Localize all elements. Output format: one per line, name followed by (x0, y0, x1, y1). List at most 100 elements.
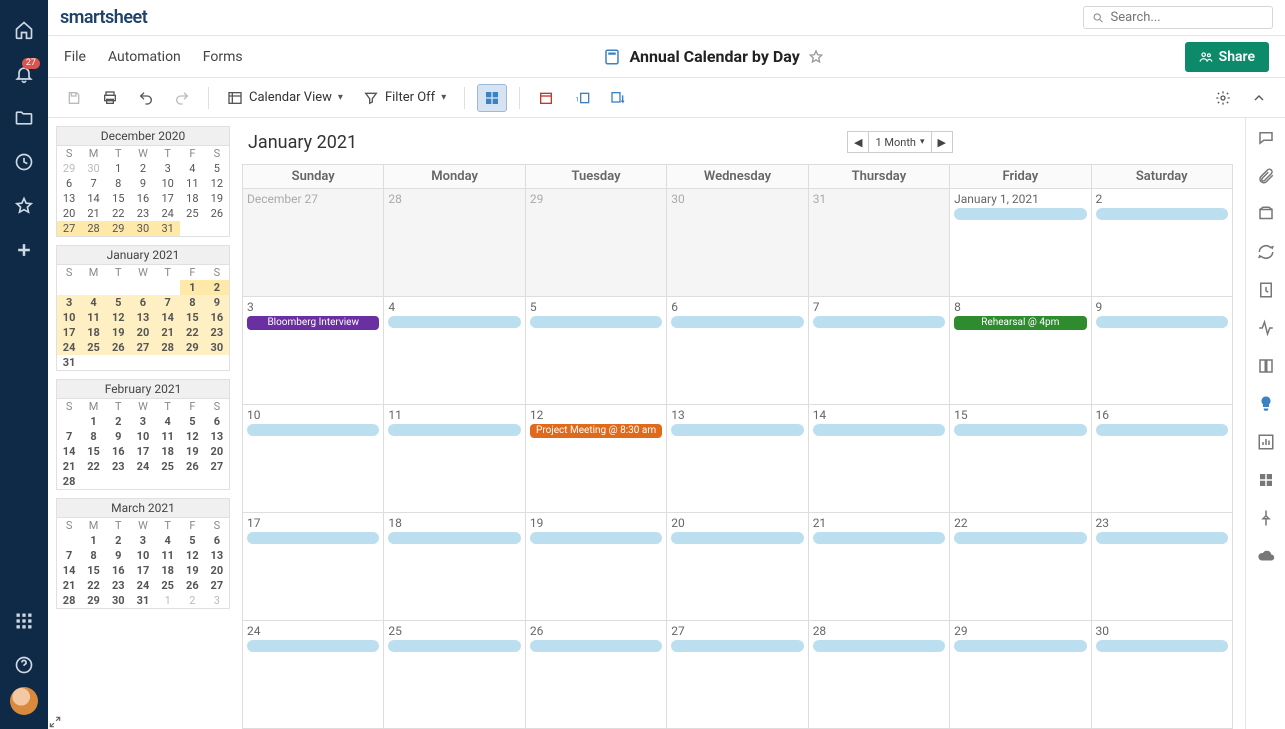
mini-cal-day[interactable]: 24 (57, 340, 82, 355)
mini-calendar[interactable]: December 2020SMTWTFS29301234567891011121… (56, 126, 230, 237)
mini-cal-day[interactable]: 10 (57, 310, 82, 325)
mini-cal-day[interactable]: 28 (57, 593, 82, 609)
favorite-outline-icon[interactable] (808, 49, 824, 65)
mini-cal-day[interactable]: 17 (57, 325, 82, 340)
mini-cal-day[interactable]: 21 (155, 325, 180, 340)
mini-cal-day[interactable]: 15 (81, 444, 106, 459)
calendar-cell[interactable]: 5 (526, 297, 667, 405)
mini-cal-day[interactable]: 13 (205, 429, 230, 444)
dashboard-widget-icon[interactable] (1256, 470, 1276, 490)
calendar-cell[interactable]: 4 (384, 297, 525, 405)
calendar-cell[interactable]: 30 (667, 189, 808, 297)
menu-file[interactable]: File (64, 49, 86, 65)
mini-cal-day[interactable]: 26 (106, 340, 131, 355)
user-avatar[interactable] (10, 687, 38, 715)
mini-cal-day[interactable]: 11 (180, 176, 205, 191)
mini-cal-day[interactable]: 28 (81, 221, 106, 237)
mini-cal-day[interactable]: 19 (205, 191, 230, 206)
chart-widget-icon[interactable] (1256, 432, 1276, 452)
collapse-panel-icon[interactable] (1245, 84, 1273, 112)
redo-icon[interactable] (168, 84, 196, 112)
mini-cal-day[interactable]: 1 (155, 593, 180, 609)
mini-cal-day[interactable]: 30 (81, 161, 106, 176)
mini-cal-day[interactable]: 8 (180, 295, 205, 310)
mini-cal-day[interactable]: 12 (205, 176, 230, 191)
mini-cal-day[interactable]: 2 (131, 161, 156, 176)
mini-cal-day[interactable]: 14 (155, 310, 180, 325)
calendar-cell[interactable]: 3Bloomberg Interview (243, 297, 384, 405)
calendar-event[interactable]: Project Meeting @ 8:30 am (530, 424, 662, 438)
mini-calendar[interactable]: February 2021SMTWTFS12345678910111213141… (56, 379, 230, 490)
calendar-cell[interactable]: 14 (809, 405, 950, 513)
mini-cal-day[interactable]: 12 (106, 310, 131, 325)
calendar-cell[interactable]: 28 (384, 189, 525, 297)
calendar-cell[interactable]: 31 (809, 189, 950, 297)
mini-cal-day[interactable]: 18 (180, 191, 205, 206)
mini-cal-day[interactable]: 17 (155, 191, 180, 206)
mini-cal-day[interactable]: 11 (155, 429, 180, 444)
mini-cal-day[interactable] (106, 280, 131, 295)
calendar-cell[interactable]: 15 (950, 405, 1091, 513)
mini-cal-day[interactable]: 14 (81, 191, 106, 206)
mini-cal-day[interactable]: 22 (180, 325, 205, 340)
mini-cal-day[interactable]: 9 (205, 295, 230, 310)
mini-cal-day[interactable]: 27 (57, 221, 82, 237)
mini-cal-day[interactable]: 28 (155, 340, 180, 355)
mini-cal-day[interactable]: 27 (205, 459, 230, 474)
mini-cal-day[interactable]: 1 (81, 533, 106, 548)
favorites-icon[interactable] (0, 184, 48, 228)
share-button[interactable]: Share (1185, 42, 1269, 72)
mini-cal-day[interactable] (180, 474, 205, 490)
mini-cal-day[interactable]: 1 (180, 280, 205, 295)
mini-cal-day[interactable]: 6 (57, 176, 82, 191)
calendar-event-bar[interactable] (671, 532, 803, 544)
mini-cal-day[interactable]: 16 (106, 444, 131, 459)
settings-icon[interactable] (1209, 84, 1237, 112)
calendar-event-bar[interactable] (813, 532, 945, 544)
mini-cal-day[interactable]: 2 (205, 280, 230, 295)
mini-cal-day[interactable]: 18 (155, 444, 180, 459)
mini-cal-day[interactable]: 8 (81, 429, 106, 444)
calendar-cell[interactable]: 28 (809, 621, 950, 729)
prev-range-button[interactable]: ◀ (847, 131, 869, 153)
calendar-event[interactable]: Bloomberg Interview (247, 316, 379, 330)
help-icon[interactable] (0, 643, 48, 687)
calendar-event-bar[interactable] (671, 640, 803, 652)
mini-cal-day[interactable]: 3 (155, 161, 180, 176)
mini-cal-day[interactable]: 30 (205, 340, 230, 355)
calendar-cell[interactable]: January 1, 2021 (950, 189, 1091, 297)
mini-cal-day[interactable] (131, 474, 156, 490)
mini-cal-day[interactable]: 15 (81, 563, 106, 578)
mini-cal-day[interactable]: 6 (131, 295, 156, 310)
mini-cal-day[interactable]: 24 (131, 459, 156, 474)
mini-cal-day[interactable]: 12 (180, 548, 205, 563)
mini-cal-day[interactable] (180, 221, 205, 237)
calendar-cell[interactable]: 23 (1092, 513, 1233, 621)
mini-cal-day[interactable]: 30 (131, 221, 156, 237)
calendar-event-bar[interactable] (813, 424, 945, 436)
calendar-cell[interactable]: 6 (667, 297, 808, 405)
mini-cal-day[interactable]: 4 (81, 295, 106, 310)
mini-cal-day[interactable]: 15 (106, 191, 131, 206)
calendar-cell[interactable]: 19 (526, 513, 667, 621)
calendar-event-bar[interactable] (247, 532, 379, 544)
mini-cal-day[interactable]: 24 (131, 578, 156, 593)
mini-cal-day[interactable]: 3 (131, 533, 156, 548)
mini-cal-day[interactable]: 10 (131, 429, 156, 444)
calendar-today-icon[interactable] (532, 84, 560, 112)
mini-cal-day[interactable]: 6 (205, 533, 230, 548)
mini-cal-day[interactable]: 5 (180, 414, 205, 429)
cloud-icon[interactable] (1256, 546, 1276, 566)
mini-cal-day[interactable]: 6 (205, 414, 230, 429)
calendar-cell[interactable]: 7 (809, 297, 950, 405)
calendar-event-bar[interactable] (530, 532, 662, 544)
mini-cal-day[interactable] (131, 280, 156, 295)
calendar-cell[interactable]: 25 (384, 621, 525, 729)
calendar-event-bar[interactable] (813, 640, 945, 652)
mini-cal-day[interactable] (81, 280, 106, 295)
grid-view-icon[interactable] (477, 84, 507, 112)
mini-cal-day[interactable]: 9 (106, 429, 131, 444)
mini-cal-day[interactable]: 26 (180, 578, 205, 593)
mini-cal-day[interactable]: 8 (81, 548, 106, 563)
mini-cal-day[interactable]: 2 (106, 414, 131, 429)
